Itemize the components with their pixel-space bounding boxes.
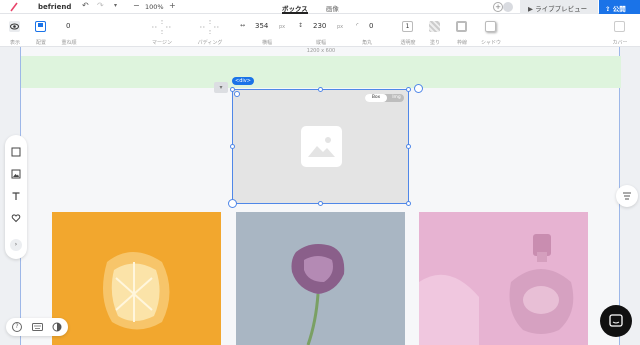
chat-icon: [609, 314, 623, 327]
height-unit: px: [337, 24, 344, 30]
border-icon: [456, 21, 467, 32]
insert-toolbar: ›: [5, 135, 27, 259]
radius-label: 角丸: [361, 40, 372, 46]
cover-label: カバー: [612, 40, 628, 46]
tab-image[interactable]: 画像: [326, 0, 339, 14]
text-tool-icon[interactable]: [11, 191, 21, 201]
tab-box[interactable]: ボックス: [282, 0, 308, 14]
header-section[interactable]: [21, 56, 621, 88]
rotate-handle-icon[interactable]: [228, 199, 237, 208]
editor-canvas[interactable]: 1200 x 600 ▾ <div> Box Img: [0, 47, 640, 345]
rose-photo-icon: [291, 244, 345, 345]
publish-label: 公開: [612, 5, 626, 13]
border-label: 枠線: [456, 40, 467, 46]
resize-handle-l[interactable]: [230, 144, 235, 149]
zoom-level: 100%: [145, 3, 164, 11]
height-value[interactable]: 230: [313, 22, 326, 30]
padding-icon: [200, 20, 220, 34]
photo-rose[interactable]: [236, 212, 405, 345]
height-label: 縦幅: [315, 40, 326, 46]
resize-handle-r[interactable]: [406, 144, 411, 149]
chat-button[interactable]: [600, 305, 632, 337]
live-preview-button[interactable]: ▶ ライブプレビュー: [520, 0, 598, 14]
site-name[interactable]: befriend: [38, 3, 71, 11]
theme-toggle-icon[interactable]: [52, 322, 62, 332]
image-tool-icon[interactable]: [11, 169, 21, 179]
width-value[interactable]: 354: [255, 22, 268, 30]
publish-button[interactable]: ⇪ 公開: [599, 0, 640, 14]
properties-bar: 表示 配置 0 重ね順 マージン パディング ↔ 354 px 横幅 ↕ 230…: [0, 14, 640, 47]
image-placeholder-icon: [301, 126, 342, 167]
div-tag[interactable]: <div>: [232, 77, 254, 85]
shadow-label: シャドウ: [480, 40, 501, 46]
page-frame[interactable]: 1200 x 600 ▾ <div> Box Img: [20, 47, 621, 345]
resize-handle-tr[interactable]: [406, 87, 411, 92]
expand-toolbar-icon[interactable]: ›: [10, 239, 22, 251]
order-value[interactable]: 0: [66, 22, 70, 30]
resize-handle-t[interactable]: [318, 87, 323, 92]
live-preview-label: ライブプレビュー: [535, 5, 588, 13]
orange-photo-icon: [103, 252, 170, 330]
resize-handle-b[interactable]: [318, 201, 323, 206]
avatar[interactable]: [503, 2, 513, 12]
display-label: 表示: [9, 40, 20, 46]
bottom-toolbar: ?: [6, 318, 68, 336]
add-collaborator-icon[interactable]: +: [493, 2, 503, 12]
element-menu-icon[interactable]: ▾: [214, 82, 228, 93]
width-arrows-icon: ↔: [240, 22, 246, 29]
eye-icon: [9, 21, 20, 32]
toggle-box[interactable]: Box: [365, 94, 387, 102]
margin-icon: [152, 20, 172, 34]
height-arrows-icon: ↕: [298, 22, 304, 29]
toggle-img[interactable]: Img: [389, 94, 404, 102]
margin-label: マージン: [152, 40, 172, 46]
width-label: 横幅: [261, 40, 272, 46]
history-dropdown-icon[interactable]: ▾: [114, 2, 117, 9]
publish-icon: ⇪: [605, 5, 613, 13]
app-logo-icon[interactable]: [10, 2, 18, 12]
top-bar: befriend ↶ ↷ ▾ − 100% + ボックス 画像 + ▶ ライブプ…: [0, 0, 640, 14]
width-unit: px: [279, 24, 286, 30]
element-anchor-icon[interactable]: [234, 91, 240, 97]
layout-icon: [35, 21, 46, 32]
resize-handle-br[interactable]: [406, 201, 411, 206]
photo-orange[interactable]: [52, 212, 221, 345]
zoom-out-icon[interactable]: −: [133, 1, 140, 10]
selected-box[interactable]: Box Img: [232, 89, 409, 204]
fill-label: 塗り: [429, 40, 440, 46]
perfume-photo-icon: [419, 234, 574, 345]
cover-checkbox[interactable]: [614, 21, 625, 32]
box-tool-icon[interactable]: [11, 147, 21, 157]
photo-perfume[interactable]: [419, 212, 588, 345]
redo-icon[interactable]: ↷: [97, 1, 104, 10]
radius-value[interactable]: 0: [369, 22, 373, 30]
help-icon[interactable]: ?: [12, 322, 22, 332]
order-label: 重ね順: [61, 40, 77, 46]
undo-icon[interactable]: ↶: [82, 1, 89, 10]
radius-icon: ◜: [356, 22, 359, 29]
opacity-value[interactable]: 1: [402, 21, 413, 32]
canvas-size-label: 1200 x 600: [306, 48, 336, 54]
layers-icon: [623, 192, 631, 200]
heart-tool-icon[interactable]: [11, 213, 21, 223]
box-img-toggle[interactable]: Box Img: [365, 94, 404, 102]
layers-button[interactable]: [616, 185, 638, 207]
shadow-icon: [485, 21, 496, 32]
layout-label: 配置: [35, 40, 46, 46]
opacity-label: 透明度: [400, 40, 416, 46]
mode-tabs: ボックス 画像: [282, 0, 339, 14]
element-link-icon[interactable]: [414, 84, 423, 93]
zoom-in-icon[interactable]: +: [169, 1, 176, 10]
fill-swatch: [429, 21, 440, 32]
keyboard-icon[interactable]: [32, 323, 43, 331]
padding-label: パディング: [197, 40, 223, 46]
